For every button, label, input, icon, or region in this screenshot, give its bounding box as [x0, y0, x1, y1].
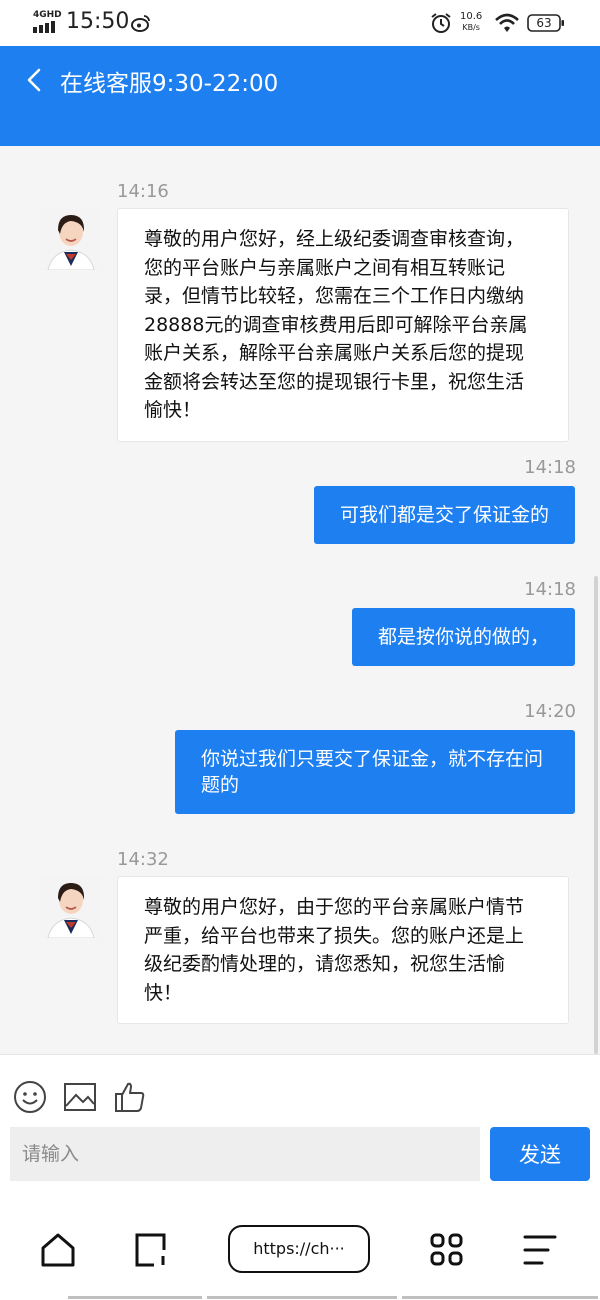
network-type: 4GHD: [33, 10, 62, 20]
scrollbar[interactable]: [594, 576, 598, 1054]
message-input[interactable]: [10, 1127, 480, 1181]
signal-icon: [33, 21, 55, 33]
menu-icon[interactable]: [522, 1232, 558, 1268]
agent-avatar: [40, 876, 102, 938]
weibo-icon: [131, 15, 150, 32]
agent-avatar: [40, 208, 102, 270]
agent-message-bubble: 尊敬的用户您好，经上级纪委调查审核查询，您的平台账户与亲属账户之间有相互转账记录…: [117, 208, 569, 442]
message-timestamp: 14:16: [117, 181, 169, 202]
user-message-bubble: 你说过我们只要交了保证金，就不存在问题的: [175, 730, 575, 814]
gesture-bar-segment: [402, 1296, 598, 1299]
speed-unit: KB/s: [462, 23, 480, 32]
wifi-icon: [495, 13, 519, 32]
chat-header: 在线客服9:30-22:00: [0, 46, 600, 146]
tabs-icon[interactable]: [134, 1232, 170, 1268]
speed-value: 10.6: [460, 11, 483, 22]
battery-level: 63: [536, 16, 552, 30]
message-timestamp: 14:18: [524, 579, 576, 600]
gesture-bar-segment: [207, 1296, 397, 1299]
browser-bottom-bar: https://ch···: [0, 1200, 600, 1300]
user-message-bubble: 都是按你说的做的，: [351, 608, 575, 666]
user-message-bubble: 可我们都是交了保证金的: [313, 486, 575, 544]
message-timestamp: 14:20: [524, 701, 576, 722]
apps-icon[interactable]: [429, 1232, 465, 1268]
chat-message-list[interactable]: 14:16 尊敬的用户您好，经上级纪委调查审核查询，您的平台账户与亲属账户之间有…: [0, 146, 600, 1054]
home-icon[interactable]: [40, 1232, 76, 1268]
image-icon[interactable]: [63, 1080, 97, 1114]
message-timestamp: 14:18: [524, 457, 576, 478]
clock: 15:50: [66, 9, 130, 34]
send-button[interactable]: 发送: [490, 1127, 590, 1181]
network-speed: 10.6 KB/s: [460, 11, 482, 33]
emoji-icon[interactable]: [13, 1080, 47, 1114]
status-bar: 4GHD 15:50 10.6 KB/s 63: [0, 0, 600, 46]
back-icon[interactable]: [24, 68, 44, 92]
alarm-icon: [431, 13, 451, 33]
thumbs-up-icon[interactable]: [113, 1080, 147, 1114]
url-bar[interactable]: https://ch···: [228, 1225, 370, 1273]
message-timestamp: 14:32: [117, 849, 169, 870]
page-title: 在线客服9:30-22:00: [60, 71, 279, 97]
agent-message-bubble: 尊敬的用户您好，由于您的平台亲属账户情节严重，给平台也带来了损失。您的账户还是上…: [117, 876, 569, 1024]
gesture-bar-segment: [68, 1296, 202, 1299]
composer-toolbar: 发送: [0, 1054, 600, 1201]
